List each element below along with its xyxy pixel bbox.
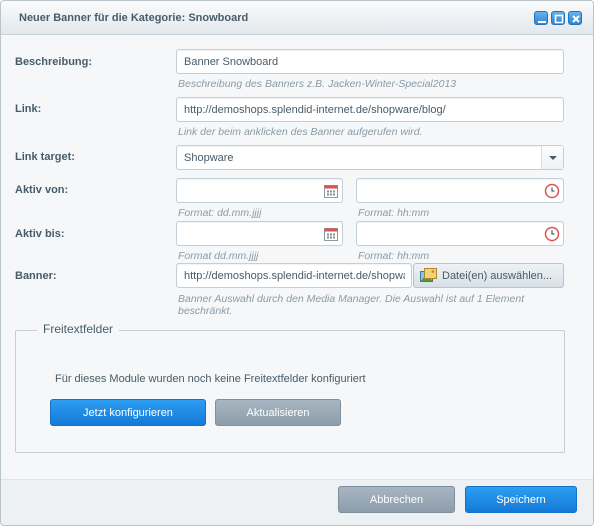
freitextfelder-message: Für dieses Module wurden noch keine Frei…	[55, 373, 366, 385]
banner-dialog-window: Neuer Banner für die Kategorie: Snowboar…	[0, 0, 594, 526]
beschreibung-field[interactable]: Banner Snowboard	[176, 49, 564, 74]
refresh-button[interactable]: Aktualisieren	[215, 399, 341, 426]
freitextfelder-fieldset	[15, 330, 565, 453]
cancel-button[interactable]: Abbrechen	[338, 486, 455, 513]
link-field[interactable]: http://demoshops.splendid-internet.de/sh…	[176, 97, 564, 122]
link-target-label: Link target:	[15, 151, 75, 163]
maximize-icon[interactable]	[551, 11, 565, 25]
aktiv-von-date-hint: Format: dd.mm.jjjj	[178, 207, 262, 219]
window-titlebar[interactable]: Neuer Banner für die Kategorie: Snowboar…	[1, 1, 593, 35]
close-icon[interactable]	[568, 11, 582, 25]
link-hint: Link der beim anklicken des Banner aufge…	[178, 126, 423, 138]
clock-icon[interactable]	[544, 226, 560, 242]
banner-field[interactable]: http://demoshops.splendid-internet.de/sh…	[176, 263, 412, 288]
link-label: Link:	[15, 103, 42, 115]
aktiv-bis-time-hint: Format: hh:mm	[358, 250, 430, 262]
select-files-button[interactable]: Datei(en) auswählen...	[413, 263, 564, 288]
aktiv-bis-time-field[interactable]	[356, 221, 564, 246]
freitextfelder-legend: Freitextfelder	[37, 322, 120, 336]
clock-icon[interactable]	[544, 183, 560, 199]
chevron-down-icon[interactable]	[541, 146, 563, 169]
save-button[interactable]: Speichern	[465, 486, 577, 513]
beschreibung-hint: Beschreibung des Banners z.B. Jacken-Win…	[178, 78, 457, 90]
aktiv-bis-label: Aktiv bis:	[15, 228, 65, 240]
aktiv-bis-date-hint: Format dd.mm.jjjj	[178, 250, 259, 262]
aktiv-bis-date-field[interactable]	[176, 221, 343, 246]
minimize-icon[interactable]	[534, 11, 548, 25]
beschreibung-value: Banner Snowboard	[184, 56, 279, 68]
calendar-icon[interactable]	[323, 226, 339, 242]
window-title: Neuer Banner für die Kategorie: Snowboar…	[19, 12, 249, 24]
beschreibung-label: Beschreibung:	[15, 56, 93, 68]
link-value: http://demoshops.splendid-internet.de/sh…	[184, 104, 446, 116]
aktiv-von-time-hint: Format: hh:mm	[358, 207, 430, 219]
configure-now-button[interactable]: Jetzt konfigurieren	[50, 399, 206, 426]
banner-value: http://demoshops.splendid-internet.de/sh…	[184, 270, 405, 282]
link-target-select[interactable]: Shopware	[176, 145, 564, 170]
media-image-icon	[420, 268, 437, 282]
calendar-icon[interactable]	[323, 183, 339, 199]
banner-hint: Banner Auswahl durch den Media Manager. …	[178, 293, 525, 317]
banner-label: Banner:	[15, 270, 57, 282]
link-target-value: Shopware	[184, 152, 234, 164]
aktiv-von-time-field[interactable]	[356, 178, 564, 203]
aktiv-von-label: Aktiv von:	[15, 184, 69, 196]
select-files-label: Datei(en) auswählen...	[442, 270, 553, 282]
aktiv-von-date-field[interactable]	[176, 178, 343, 203]
